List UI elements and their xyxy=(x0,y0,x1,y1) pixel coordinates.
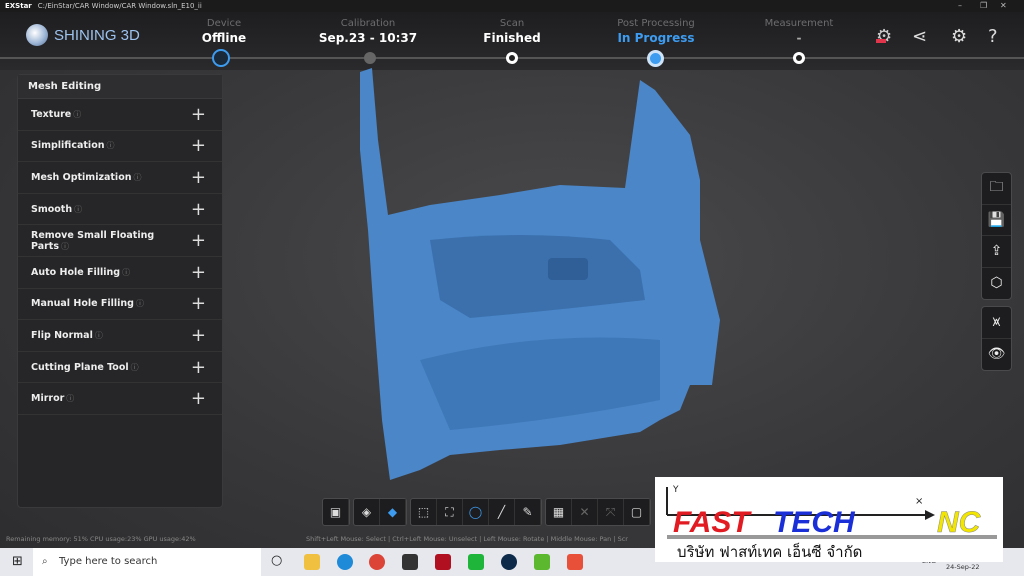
tool-label: Mesh Optimization ⓘ xyxy=(31,171,142,183)
expand-plus-icon[interactable]: + xyxy=(191,135,206,156)
store-icon[interactable] xyxy=(402,554,418,570)
delete-selection-icon[interactable]: ▢ xyxy=(624,499,650,525)
view-cube-icon[interactable]: ▣ xyxy=(323,499,349,525)
tool-row-mesh-optimization[interactable]: Mesh Optimization ⓘ + xyxy=(18,162,222,194)
tool-row-texture[interactable]: Texture ⓘ + xyxy=(18,99,222,131)
clear-select-icon[interactable]: ⤧ xyxy=(598,499,624,525)
info-icon[interactable]: ⓘ xyxy=(74,205,82,214)
tool-row-simplification[interactable]: Simplification ⓘ + xyxy=(18,131,222,163)
windows-start-icon[interactable]: ⊞ xyxy=(12,554,23,569)
view-toolbar: ⩙ 👁 xyxy=(981,306,1012,371)
expand-plus-icon[interactable]: + xyxy=(191,230,206,251)
info-icon[interactable]: ⓘ xyxy=(131,363,139,372)
tool-row-manual-hole-filling[interactable]: Manual Hole Filling ⓘ + xyxy=(18,289,222,321)
thai-company-name: บริษัท ฟาสท์เทค เอ็นซี จำกัด xyxy=(677,542,862,561)
file-toolbar: 🗀 💾 ⇪ ⬡ xyxy=(981,172,1012,300)
info-icon[interactable]: ⓘ xyxy=(136,299,144,308)
tool-label: Manual Hole Filling ⓘ xyxy=(31,298,144,310)
fasttech-logo-watermark: Y × FAST TECH NC บริษัท ฟาสท์เทค เอ็นซี … xyxy=(655,477,1003,562)
invert-select-icon[interactable]: ✕ xyxy=(572,499,598,525)
svg-text:NC: NC xyxy=(937,506,982,539)
recorder-icon[interactable] xyxy=(567,554,583,570)
export-icon[interactable]: ⇪ xyxy=(982,236,1011,268)
tool-label: Auto Hole Filling ⓘ xyxy=(31,266,131,278)
through-select-icon[interactable]: ◆ xyxy=(380,499,406,525)
rect-select-icon[interactable]: ⬚ xyxy=(411,499,437,525)
tool-row-remove-small-floating-parts[interactable]: Remove Small Floating Parts ⓘ + xyxy=(18,225,222,257)
expand-plus-icon[interactable]: + xyxy=(191,262,206,283)
tool-row-cutting-plane-tool[interactable]: Cutting Plane Tool ⓘ + xyxy=(18,352,222,384)
selection-toolbar: ▣ ◈ ◆ ⬚ ⛶ ◯ ╱ ✎ ▦ ✕ ⤧ ▢ xyxy=(322,498,651,526)
save-icon[interactable]: 💾 xyxy=(982,205,1011,236)
info-icon[interactable]: ⓘ xyxy=(95,331,103,340)
tool-label: Simplification ⓘ xyxy=(31,140,115,152)
info-icon[interactable]: ⓘ xyxy=(61,242,69,251)
tool-label: Texture ⓘ xyxy=(31,108,82,120)
tool-label: Remove Small Floating Parts ⓘ xyxy=(31,229,155,252)
resource-status: Remaining memory: 51% CPU usage:23% GPU … xyxy=(6,535,196,543)
info-icon[interactable]: ⓘ xyxy=(133,173,141,182)
camtasia-icon[interactable] xyxy=(534,554,550,570)
expand-plus-icon[interactable]: + xyxy=(191,388,206,409)
mouse-hints: Shift+Left Mouse: Select | Ctrl+Left Mou… xyxy=(306,535,628,543)
tool-label: Flip Normal ⓘ xyxy=(31,329,103,341)
edge-icon[interactable] xyxy=(337,554,353,570)
cortana-icon[interactable]: ○ xyxy=(271,553,282,568)
open-folder-icon[interactable]: 🗀 xyxy=(982,173,1011,205)
door-handle xyxy=(548,258,588,280)
svg-text:FAST: FAST xyxy=(673,506,752,539)
file-explorer-icon[interactable] xyxy=(304,554,320,570)
expand-plus-icon[interactable]: + xyxy=(191,357,206,378)
taskbar-search[interactable]: ⌕ Type here to search xyxy=(33,548,261,576)
app-icon[interactable] xyxy=(435,554,451,570)
tool-row-smooth[interactable]: Smooth ⓘ + xyxy=(18,194,222,226)
info-icon[interactable]: ⓘ xyxy=(66,394,74,403)
tool-row-mirror[interactable]: Mirror ⓘ + xyxy=(18,383,222,415)
tool-label: Smooth ⓘ xyxy=(31,203,83,215)
svg-text:Y: Y xyxy=(672,485,679,495)
select-all-icon[interactable]: ▦ xyxy=(546,499,572,525)
info-icon[interactable]: ⓘ xyxy=(73,110,81,119)
expand-plus-icon[interactable]: + xyxy=(191,167,206,188)
tool-row-flip-normal[interactable]: Flip Normal ⓘ + xyxy=(18,320,222,352)
tool-label: Mirror ⓘ xyxy=(31,393,75,405)
expand-plus-icon[interactable]: + xyxy=(191,199,206,220)
chrome-icon[interactable] xyxy=(369,554,385,570)
mesh-editing-panel: Mesh Editing Texture ⓘ + Simplification ⓘ + Me… xyxy=(17,74,223,508)
info-icon[interactable]: ⓘ xyxy=(106,141,114,150)
svg-text:TECH: TECH xyxy=(773,506,856,539)
polygon-select-icon[interactable]: ⛶ xyxy=(437,499,463,525)
expand-plus-icon[interactable]: + xyxy=(191,293,206,314)
search-placeholder: Type here to search xyxy=(59,556,158,567)
expand-plus-icon[interactable]: + xyxy=(191,104,206,125)
info-icon[interactable]: ⓘ xyxy=(122,268,130,277)
line-select-icon[interactable]: ╱ xyxy=(489,499,515,525)
taskbar-date: 24-Sep-22 xyxy=(946,563,980,571)
svg-text:×: × xyxy=(915,496,923,507)
tool-row-auto-hole-filling[interactable]: Auto Hole Filling ⓘ + xyxy=(18,257,222,289)
expand-plus-icon[interactable]: + xyxy=(191,325,206,346)
model-view-icon[interactable]: ⬡ xyxy=(982,268,1011,300)
mesh-mode-icon[interactable]: ⩙ xyxy=(982,307,1011,339)
brush-select-icon[interactable]: ✎ xyxy=(515,499,541,525)
line-icon[interactable] xyxy=(468,554,484,570)
layers-icon[interactable]: ◈ xyxy=(354,499,380,525)
visibility-icon[interactable]: 👁 xyxy=(982,339,1011,371)
tool-label: Cutting Plane Tool ⓘ xyxy=(31,361,139,373)
exstar-icon[interactable] xyxy=(501,554,517,570)
search-icon: ⌕ xyxy=(42,556,48,567)
lasso-select-icon[interactable]: ◯ xyxy=(463,499,489,525)
panel-title: Mesh Editing xyxy=(18,75,222,99)
